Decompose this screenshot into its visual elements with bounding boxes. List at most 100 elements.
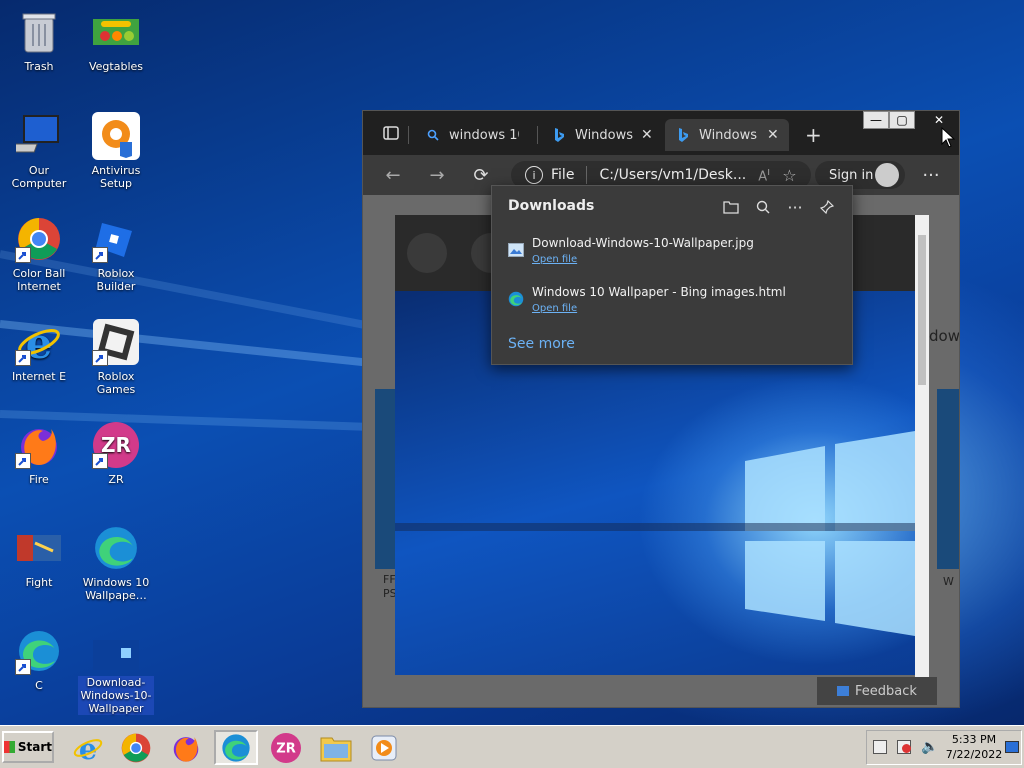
firefox-icon bbox=[173, 736, 199, 762]
desktop-icon-antivirus-setup[interactable]: Antivirus Setup bbox=[77, 112, 155, 190]
tab-windows-1-b[interactable]: Windows 1 ✕ bbox=[665, 119, 789, 151]
search-icon[interactable] bbox=[750, 194, 776, 220]
zr-icon: ZR bbox=[92, 421, 140, 469]
more-menu-button[interactable]: ··· bbox=[915, 155, 947, 195]
taskbar-file-explorer[interactable] bbox=[314, 730, 358, 765]
computer-icon bbox=[15, 112, 63, 160]
shortcut-arrow-icon bbox=[15, 350, 31, 366]
desktop-icon-fight[interactable]: Fight bbox=[0, 524, 78, 589]
back-button[interactable]: ← bbox=[377, 155, 409, 195]
shortcut-arrow-icon bbox=[92, 453, 108, 469]
volume-icon[interactable]: 🔈 bbox=[921, 739, 938, 755]
chrome-icon bbox=[15, 215, 63, 263]
start-button[interactable]: Start bbox=[2, 731, 54, 763]
desktop-icon-roblox-games[interactable]: Roblox Games bbox=[77, 318, 155, 396]
page-side-text: dow bbox=[929, 327, 960, 345]
info-icon: i bbox=[525, 166, 543, 184]
downloads-flyout[interactable]: Downloads ··· Download-Windows-10-Wallpa… bbox=[491, 185, 853, 365]
roblox-builder-icon bbox=[92, 215, 140, 263]
open-file-link[interactable]: Open file bbox=[532, 303, 577, 314]
desktop-icon-vegtables[interactable]: Vegtables bbox=[77, 8, 155, 73]
shortcut-arrow-icon bbox=[15, 659, 31, 675]
add-favorite-icon[interactable]: ☆ bbox=[782, 166, 796, 185]
tab-actions-icon[interactable] bbox=[375, 117, 407, 149]
download-item[interactable]: Download-Windows-10-Wallpaper.jpg Open f… bbox=[506, 236, 836, 276]
bing-icon bbox=[551, 127, 567, 143]
desktop-icon-label: Fight bbox=[25, 576, 53, 589]
clock-time: 5:33 PM bbox=[951, 733, 997, 746]
desktop-icon-roblox-builder[interactable]: Roblox Builder bbox=[77, 215, 155, 293]
windows-logo-icon bbox=[4, 741, 15, 753]
desktop-icon-download-windows-10-wallpaper[interactable]: Download-Windows-10-Wallpaper bbox=[77, 638, 155, 715]
zr-icon: ZR bbox=[271, 732, 301, 763]
open-folder-icon[interactable] bbox=[718, 194, 744, 220]
taskbar: Start e ZR 🔈 5:33 PM 7/22/2022 bbox=[0, 725, 1024, 768]
taskbar-firefox[interactable] bbox=[164, 730, 208, 765]
page-card bbox=[375, 389, 395, 569]
shortcut-arrow-icon bbox=[15, 247, 31, 263]
antivirus-icon bbox=[92, 112, 140, 160]
tab-windows-1-a[interactable]: Windows 1 ✕ bbox=[541, 119, 659, 151]
more-options-icon[interactable]: ··· bbox=[782, 194, 808, 220]
page-card-text: W bbox=[943, 575, 954, 588]
desktop-icon-color-ball-internet[interactable]: Color Ball Internet bbox=[0, 215, 78, 293]
scrollbar[interactable] bbox=[915, 215, 929, 681]
pin-icon[interactable] bbox=[814, 194, 840, 220]
security-warning-icon[interactable] bbox=[897, 740, 911, 754]
desktop-icon-label: Trash bbox=[24, 60, 54, 73]
taskbar-media-player[interactable] bbox=[362, 730, 406, 765]
desktop-icon-label: Internet E bbox=[11, 370, 67, 383]
avatar bbox=[875, 163, 899, 187]
desktop-icon-label: C bbox=[35, 679, 43, 692]
desktop-icon-label: ZR bbox=[108, 473, 124, 486]
desktop-icon-label: Antivirus Setup bbox=[91, 164, 141, 190]
close-icon[interactable]: ✕ bbox=[641, 127, 653, 143]
desktop-icon-fire[interactable]: Fire bbox=[0, 421, 78, 486]
tab-bar: windows 10 Windows 1 ✕ Windows 1 ✕ + — ▢… bbox=[363, 111, 959, 155]
internet-explorer-icon: e bbox=[73, 733, 103, 763]
scroll-thumb[interactable] bbox=[918, 235, 926, 385]
clock[interactable]: 5:33 PM 7/22/2022 bbox=[942, 732, 1006, 762]
see-more-link[interactable]: See more bbox=[508, 336, 575, 352]
minimize-button[interactable]: — bbox=[863, 111, 889, 129]
search-icon bbox=[425, 127, 441, 143]
desktop-icon-internet-e[interactable]: e Internet E bbox=[0, 318, 78, 383]
close-icon[interactable]: ✕ bbox=[767, 127, 779, 143]
mouse-cursor-icon bbox=[941, 127, 955, 148]
clock-date: 7/22/2022 bbox=[945, 748, 1003, 761]
folder-icon bbox=[320, 737, 352, 761]
taskbar-chrome[interactable] bbox=[114, 730, 158, 765]
desktop-icon-label: Vegtables bbox=[88, 60, 143, 73]
open-file-link[interactable]: Open file bbox=[532, 254, 577, 265]
shortcut-arrow-icon bbox=[92, 247, 108, 263]
taskbar-edge[interactable] bbox=[214, 730, 258, 765]
firefox-icon bbox=[15, 421, 63, 469]
media-player-icon bbox=[371, 735, 397, 760]
desktop-icon-label: Roblox Builder bbox=[96, 267, 136, 293]
tab-windows-10-search[interactable]: windows 10 bbox=[415, 119, 537, 151]
desktop-icon-label: Fire bbox=[29, 473, 49, 486]
show-desktop-icon[interactable] bbox=[1005, 741, 1019, 753]
forward-button[interactable]: → bbox=[421, 155, 453, 195]
vegtables-icon bbox=[92, 8, 140, 56]
page-card bbox=[937, 389, 959, 569]
taskbar-internet-explorer[interactable]: e bbox=[66, 730, 110, 765]
edge-icon bbox=[92, 524, 140, 572]
new-tab-button[interactable]: + bbox=[795, 119, 825, 151]
desktop-icon-our-computer[interactable]: Our Computer bbox=[0, 112, 78, 190]
desktop-icon-label: Windows 10 Wallpape… bbox=[82, 576, 150, 602]
trash-icon bbox=[15, 8, 63, 56]
taskbar-zr[interactable]: ZR bbox=[264, 730, 308, 765]
maximize-button[interactable]: ▢ bbox=[889, 111, 915, 129]
network-icon[interactable] bbox=[873, 740, 887, 754]
bing-icon bbox=[675, 127, 691, 143]
desktop-icon-zr[interactable]: ZR ZR bbox=[77, 421, 155, 486]
downloads-title: Downloads bbox=[508, 198, 595, 214]
read-aloud-icon[interactable]: Aı bbox=[758, 165, 770, 184]
desktop-icon-c[interactable]: C bbox=[0, 627, 78, 692]
edge-icon bbox=[508, 291, 524, 307]
feedback-button[interactable]: Feedback bbox=[817, 677, 937, 705]
desktop-icon-trash[interactable]: Trash bbox=[0, 8, 78, 73]
download-item[interactable]: Windows 10 Wallpaper - Bing images.html … bbox=[506, 285, 836, 325]
desktop-icon-windows-10-wallpaper[interactable]: Windows 10 Wallpape… bbox=[77, 524, 155, 602]
